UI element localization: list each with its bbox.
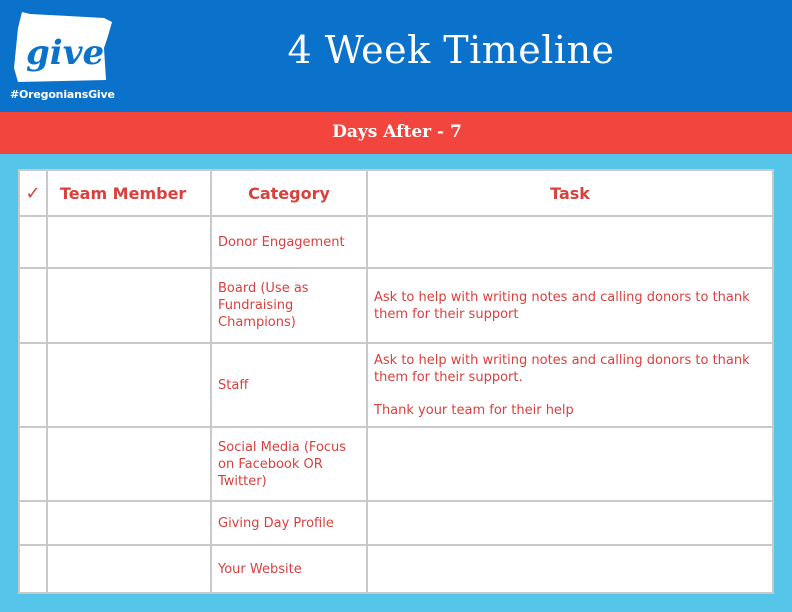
check-cell[interactable] <box>18 544 48 594</box>
team-member-cell[interactable] <box>46 215 212 269</box>
page-title: 4 Week Timeline <box>287 28 615 72</box>
task-cell: Ask to help with writing notes and calli… <box>366 342 774 428</box>
category-cell: Donor Engagement <box>210 215 368 269</box>
table-header-row: ✓ Team Member Category Task <box>18 169 774 217</box>
timeline-table: ✓ Team Member Category Task Donor Engage… <box>18 169 774 594</box>
table-row: Staff Ask to help with writing notes and… <box>18 342 774 428</box>
task-text-secondary: Thank your team for their help <box>374 402 574 418</box>
team-member-cell[interactable] <box>46 267 212 344</box>
hashtag: #OregoniansGive <box>10 88 115 101</box>
check-cell[interactable] <box>18 267 48 344</box>
check-header: ✓ <box>18 169 48 217</box>
checkmark-icon: ✓ <box>25 182 41 204</box>
check-cell[interactable] <box>18 500 48 546</box>
team-member-cell[interactable] <box>46 500 212 546</box>
category-cell: Social Media (Focus on Facebook OR Twitt… <box>210 426 368 502</box>
section-band: Days After - 7 <box>0 112 792 154</box>
table-row: Board (Use as Fundraising Champions) Ask… <box>18 267 774 344</box>
task-cell: Ask to help with writing notes and calli… <box>366 267 774 344</box>
header: give #OregoniansGive 4 Week Timeline <box>0 0 792 112</box>
category-cell: Giving Day Profile <box>210 500 368 546</box>
category-header: Category <box>210 169 368 217</box>
task-cell[interactable] <box>366 544 774 594</box>
task-cell[interactable] <box>366 426 774 502</box>
team-member-cell[interactable] <box>46 544 212 594</box>
check-cell[interactable] <box>18 215 48 269</box>
table-row: Social Media (Focus on Facebook OR Twitt… <box>18 426 774 502</box>
category-cell: Staff <box>210 342 368 428</box>
category-cell: Your Website <box>210 544 368 594</box>
task-text: Ask to help with writing notes and calli… <box>374 352 750 385</box>
task-header: Task <box>366 169 774 217</box>
team-member-cell[interactable] <box>46 426 212 502</box>
check-cell[interactable] <box>18 342 48 428</box>
task-cell[interactable] <box>366 500 774 546</box>
table-row: Donor Engagement <box>18 215 774 269</box>
table-row: Giving Day Profile <box>18 500 774 546</box>
team-member-cell[interactable] <box>46 342 212 428</box>
section-label: Days After - 7 <box>332 122 462 142</box>
check-cell[interactable] <box>18 426 48 502</box>
table-row: Your Website <box>18 544 774 594</box>
category-cell: Board (Use as Fundraising Champions) <box>210 267 368 344</box>
team-member-header: Team Member <box>46 169 212 217</box>
task-cell[interactable] <box>366 215 774 269</box>
